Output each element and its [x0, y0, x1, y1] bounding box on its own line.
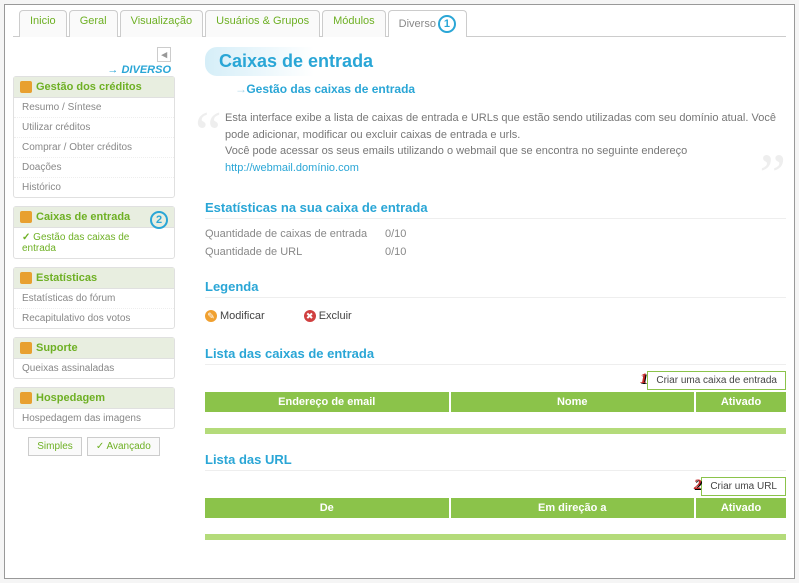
sidebar-panel-4: HospedagemHospedagem das imagens [13, 387, 175, 429]
legend-section: Legenda ✎Modificar ✖Excluir [205, 279, 786, 328]
sidebar-annotation-2: 2 [150, 211, 168, 229]
tab-usu-rios-grupos[interactable]: Usuários & Grupos [205, 10, 320, 37]
sidebar-item[interactable]: Estatísticas do fórum [14, 289, 174, 309]
mode-simple-button[interactable]: Simples [28, 437, 82, 456]
legend-heading: Legenda [205, 279, 786, 298]
pencil-icon: ✎ [205, 310, 217, 322]
sidebar-panel-2: EstatísticasEstatísticas do fórumRecapit… [13, 267, 175, 329]
sidebar-panel-3: SuporteQueixas assinaladas [13, 337, 175, 379]
mode-advanced-button[interactable]: Avançado [87, 437, 160, 456]
sidebar-item[interactable]: Comprar / Obter créditos [14, 138, 174, 158]
sidebar-item[interactable]: Resumo / Síntese [14, 98, 174, 118]
inbox-list-section: Lista das caixas de entrada 1 Criar uma … [205, 346, 786, 434]
sidebar-context-label: DIVERSO [121, 64, 171, 76]
tab-visualiza-o[interactable]: Visualização [120, 10, 204, 37]
panel-icon [20, 211, 32, 223]
panel-icon [20, 272, 32, 284]
page-title: Caixas de entrada [205, 47, 387, 76]
intro-text: “ Esta interface exibe a lista de caixas… [205, 110, 786, 190]
legend-delete: ✖Excluir [304, 310, 370, 322]
stats-section: Estatísticas na sua caixa de entrada Qua… [205, 200, 786, 261]
sidebar-panel-header: Gestão dos créditos [14, 77, 174, 98]
panel-icon [20, 342, 32, 354]
tab-diverso[interactable]: Diverso1 [388, 10, 467, 37]
annotation-1: 1 [640, 371, 648, 388]
mode-switch: Simples Avançado [13, 437, 175, 456]
stats-heading: Estatísticas na sua caixa de entrada [205, 200, 786, 219]
tab-geral[interactable]: Geral [69, 10, 118, 37]
top-tabs: InicioGeralVisualizaçãoUsuários & Grupos… [13, 9, 786, 37]
sidebar-panel-header: Estatísticas [14, 268, 174, 289]
sidebar-item[interactable]: Hospedagem das imagens [14, 409, 174, 428]
inbox-list-heading: Lista das caixas de entrada [205, 346, 786, 365]
sidebar-item[interactable]: Gestão das caixas de entrada [14, 228, 174, 258]
sidebar-item[interactable]: Doações [14, 158, 174, 178]
url-list-heading: Lista das URL [205, 452, 786, 471]
url-table-header: De Em direção a Ativado [205, 498, 786, 518]
annotation-2: 2 [694, 477, 702, 494]
sidebar-item[interactable]: Utilizar créditos [14, 118, 174, 138]
sidebar-panel-0: Gestão dos créditosResumo / SínteseUtili… [13, 76, 175, 198]
legend-modify: ✎Modificar [205, 310, 283, 322]
inbox-table-header: Endereço de email Nome Ativado [205, 392, 786, 412]
sidebar-panel-header: Suporte [14, 338, 174, 359]
sidebar-panel-1: Caixas de entrada2Gestão das caixas de e… [13, 206, 175, 259]
delete-icon: ✖ [304, 310, 316, 322]
page-subtitle: Gestão das caixas de entrada [235, 82, 786, 96]
sidebar-panel-header: Caixas de entrada2 [14, 207, 174, 228]
panel-icon [20, 392, 32, 404]
sidebar-item[interactable]: Recapitulativo dos votos [14, 309, 174, 328]
tab-m-dulos[interactable]: Módulos [322, 10, 386, 37]
sidebar-panel-header: Hospedagem [14, 388, 174, 409]
sidebar-collapse-icon[interactable]: ◂ [157, 47, 171, 62]
panel-icon [20, 81, 32, 93]
tab-inicio[interactable]: Inicio [19, 10, 67, 37]
sidebar-item[interactable]: Queixas assinaladas [14, 359, 174, 378]
sidebar-item[interactable]: Histórico [14, 178, 174, 197]
sidebar: ◂ → DIVERSO Gestão dos créditosResumo / … [13, 47, 175, 558]
create-inbox-button[interactable]: Criar uma caixa de entrada [647, 371, 786, 390]
tab-annotation-1: 1 [438, 15, 456, 33]
webmail-link[interactable]: http://webmail.domínio.com [225, 162, 359, 174]
create-url-button[interactable]: Criar uma URL [701, 477, 786, 496]
main-content: Caixas de entrada Gestão das caixas de e… [175, 47, 786, 558]
url-list-section: Lista das URL 2 Criar uma URL De Em dire… [205, 452, 786, 540]
